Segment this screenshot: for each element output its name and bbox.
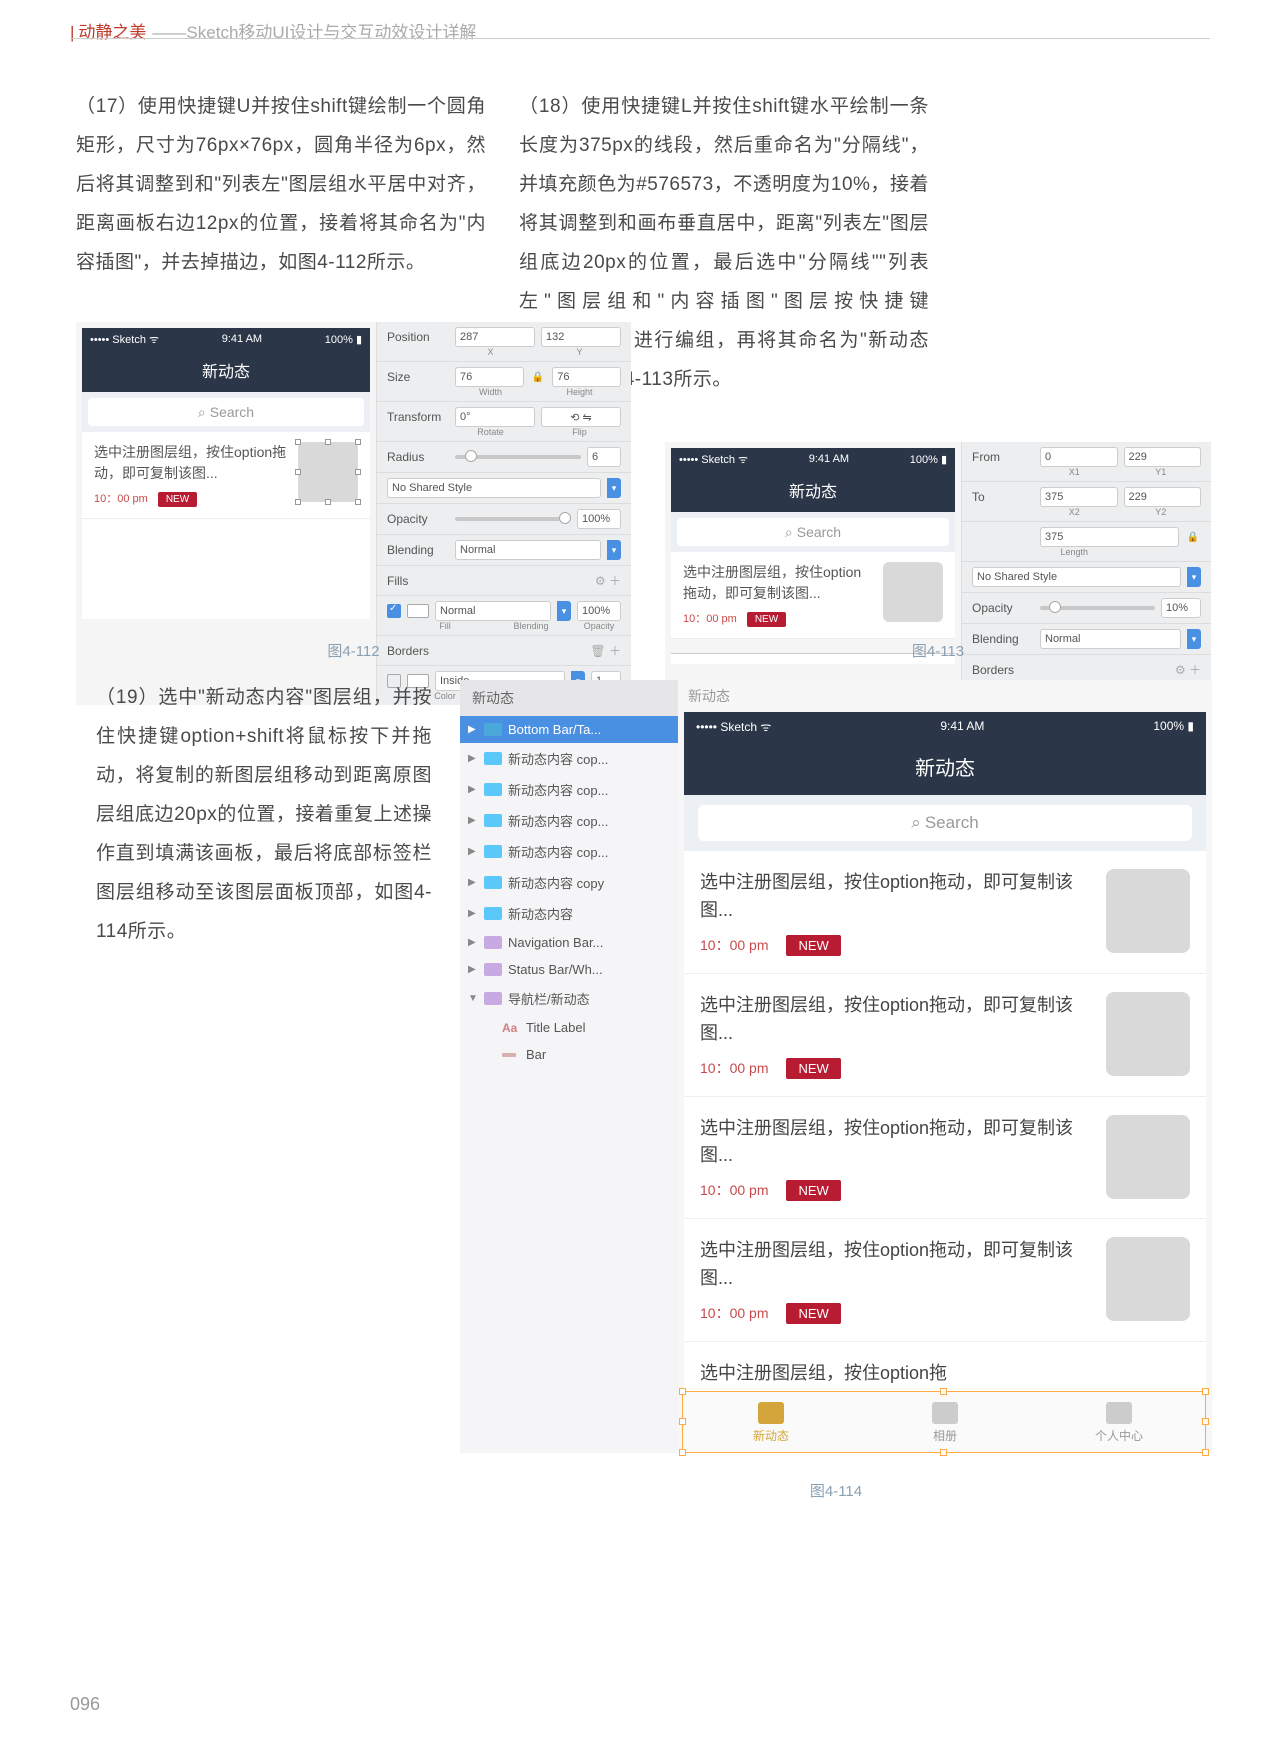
opacity-slider[interactable] [1040,606,1155,610]
caption-4-112: 图4-112 [76,640,631,661]
from-x-input[interactable]: 0 [1040,447,1118,467]
wifi-icon: ᯤ [738,454,748,466]
layer-row[interactable]: ▶新动态内容 cop... [460,805,678,836]
text-layer-icon: Aa [502,1021,520,1035]
search-icon: ⌕ [785,524,793,541]
nav-title: 新动态 [82,350,370,392]
folder-icon [484,814,502,827]
radius-input[interactable]: 6 [587,447,621,467]
height-input[interactable]: 76 [552,367,621,387]
layer-row[interactable]: ▶新动态内容 cop... [460,836,678,867]
list-item: 选中注册图层组，按住option拖动，即可复制该图...10：00 pmNEW [684,974,1206,1097]
search-icon: ⌕ [198,404,206,421]
to-x-input[interactable]: 375 [1040,487,1118,507]
paragraph-19: （19）选中"新动态内容"图层组，并按住快捷键option+shift将鼠标按下… [96,679,432,952]
lock-icon: 🔒 [530,372,546,383]
battery-icon: ▮ [941,454,947,466]
content-thumb [1106,1115,1190,1199]
layer-row[interactable]: ▶新动态内容 [460,898,678,929]
width-input[interactable]: 76 [455,367,524,387]
caption-4-114: 图4-114 [460,1480,1212,1501]
layer-row[interactable]: ▶新动态内容 copy [460,867,678,898]
layer-row-expanded[interactable]: ▼导航栏/新动态 [460,983,678,1014]
layer-row-title-label[interactable]: AaTitle Label [460,1014,678,1041]
folder-icon [484,907,502,920]
folder-icon [484,752,502,765]
running-header: |动静之美——Sketch移动UI设计与交互动效设计详解 [70,18,476,43]
fill-color-swatch[interactable] [407,604,429,618]
header-rule [70,38,1210,39]
nav-title: 新动态 [684,740,1206,795]
artboard-label: 新动态 [678,680,1212,712]
search-bar[interactable]: ⌕Search [684,795,1206,851]
layer-panel: 新动态 ▶Bottom Bar/Ta...▶新动态内容 cop...▶新动态内容… [460,680,678,1453]
list-item: 选中注册图层组，按住option拖 [684,1342,1206,1391]
pos-x-input[interactable]: 287 [455,327,535,347]
fill-checkbox[interactable] [387,604,401,618]
folder-icon [484,783,502,796]
folder-icon [484,723,502,736]
content-thumb [1106,869,1190,953]
layer-row[interactable]: ▶Status Bar/Wh... [460,956,678,983]
artboard-canvas: 新动态 ••••• Sketch ᯤ 9:41 AM 100% ▮ 新动态 ⌕S… [678,680,1212,1453]
search-icon: ⌕ [911,813,921,833]
layer-row[interactable]: ▶新动态内容 cop... [460,743,678,774]
caption-4-113: 图4-113 [665,640,1211,661]
content-thumb [1106,1237,1190,1321]
content-thumb [883,562,943,622]
rotate-input[interactable]: 0° [455,407,535,427]
status-bar: ••••• Sketch ᯤ 9:41 AM 100% ▮ [684,712,1206,740]
selection-outline [682,1391,1206,1453]
search-bar[interactable]: ⌕Search [671,512,955,552]
layer-panel-header: 新动态 [460,680,678,716]
blending-dropdown[interactable]: Normal [455,540,601,560]
battery-icon: ▮ [356,334,362,346]
shared-style-dropdown[interactable]: No Shared Style [972,567,1181,587]
rect-layer-icon [502,1053,520,1057]
fill-blend-dropdown[interactable]: Normal [435,601,551,621]
search-bar[interactable]: ⌕Search [82,392,370,432]
folder-icon [484,992,502,1005]
list-item: 选中注册图层组，按住option拖动，即可复制该图...10：00 pmNEW [684,851,1206,974]
pos-y-input[interactable]: 132 [541,327,621,347]
figure-4-114: 新动态 ▶Bottom Bar/Ta...▶新动态内容 cop...▶新动态内容… [460,680,1212,1453]
battery-icon: ▮ [1187,719,1194,733]
content-thumb [1106,992,1190,1076]
list-item: 选中注册图层组，按住option拖动，即可复制该图... 10：00 pmNEW [671,552,955,639]
folder-icon [484,876,502,889]
lock-icon: 🔒 [1185,532,1201,543]
to-y-input[interactable]: 229 [1124,487,1202,507]
layer-row-bar[interactable]: Bar [460,1041,678,1068]
folder-icon [484,963,502,976]
folder-icon [484,845,502,858]
flip-buttons[interactable]: ⟲ ⇋ [541,407,621,427]
list-item: 选中注册图层组，按住option拖动，即可复制该图...10：00 pmNEW [684,1097,1206,1220]
opacity-slider[interactable] [455,517,571,521]
paragraph-17: （17）使用快捷键U并按住shift键绘制一个圆角矩形，尺寸为76px×76px… [76,88,486,283]
fill-opacity-input[interactable]: 100% [577,601,621,621]
layer-row[interactable]: ▶新动态内容 cop... [460,774,678,805]
borders-gear-icon[interactable]: ⚙ ＋ [1175,661,1201,678]
page-number: 096 [70,1694,100,1715]
radius-slider[interactable] [455,455,581,459]
length-input[interactable]: 375 [1040,527,1179,547]
opacity-input[interactable]: 100% [577,509,621,529]
list-item: 选中注册图层组，按住option拖动，即可复制该图...10：00 pmNEW [684,1219,1206,1342]
status-bar: ••••• Sketch ᯤ 9:41 AM 100% ▮ [671,448,955,470]
list-item: 选中注册图层组，按住option拖动，即可复制该图... 10：00 pmNEW [82,432,370,519]
status-bar: ••••• Sketch ᯤ 9:41 AM 100% ▮ [82,328,370,350]
fills-gear-icon[interactable]: ⚙ ＋ [595,572,621,589]
content-thumb-selected[interactable] [298,442,358,502]
opacity-input[interactable]: 10% [1161,598,1201,618]
folder-icon [484,936,502,949]
nav-title: 新动态 [671,470,955,512]
wifi-icon: ᯤ [760,720,771,734]
layer-row[interactable]: ▶Bottom Bar/Ta... [460,716,678,743]
from-y-input[interactable]: 229 [1124,447,1202,467]
layer-row[interactable]: ▶Navigation Bar... [460,929,678,956]
shared-style-dropdown[interactable]: No Shared Style [387,478,601,498]
wifi-icon: ᯤ [149,334,159,346]
